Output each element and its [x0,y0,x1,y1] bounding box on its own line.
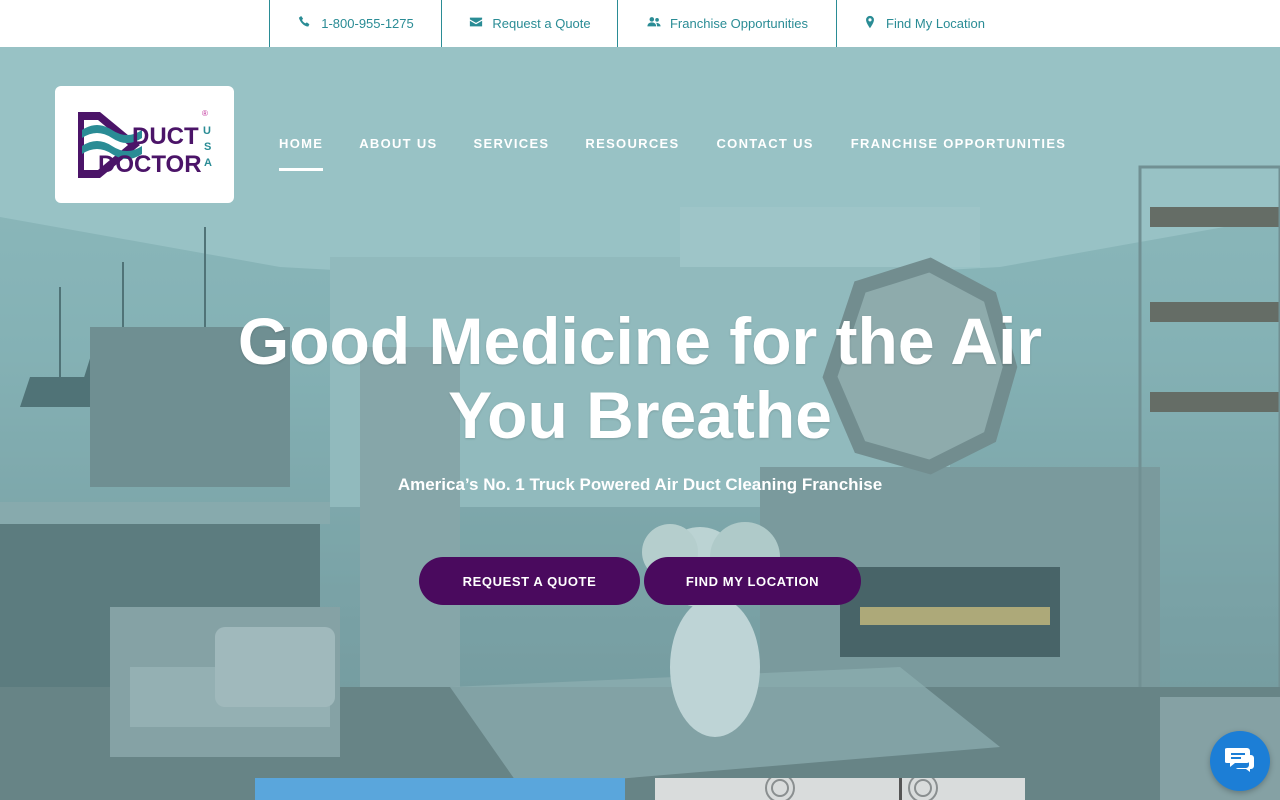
request-quote-link[interactable]: Request a Quote [441,0,618,47]
preview-card-right[interactable] [655,773,1025,800]
logo-word-doctor: DOCTOR [98,151,202,178]
hero-subheadline: America’s No. 1 Truck Powered Air Duct C… [397,475,883,494]
franchise-link[interactable]: Franchise Opportunities [617,0,837,47]
phone-number: 1-800-955-1275 [321,16,414,31]
hero-headline: Good Medicine for the Air You Breathe [140,304,1140,452]
chat-icon [1224,746,1255,777]
nav-about-us[interactable]: ABOUT US [359,136,437,171]
logo-word-duct: DUCT [132,123,199,150]
find-location-label: Find My Location [886,16,985,31]
phone-icon [298,15,312,32]
request-quote-label: Request a Quote [492,16,591,31]
franchise-label: Franchise Opportunities [669,16,808,31]
phone-link[interactable]: 1-800-955-1275 [269,0,442,47]
svg-text:S: S [204,141,211,153]
logo-usa: USA [203,125,212,169]
request-quote-button[interactable]: REQUEST A QUOTE [419,557,640,605]
svg-text:U: U [203,125,211,137]
envelope-icon [469,15,483,32]
logo-registered: ® [202,109,208,118]
site-logo[interactable]: DUCT DOCTOR ® USA [55,86,234,203]
nav-services[interactable]: SERVICES [474,136,550,171]
find-location-link[interactable]: Find My Location [836,0,1011,47]
map-marker-icon [863,15,877,32]
nav-resources[interactable]: RESOURCES [585,136,679,171]
find-my-location-button[interactable]: FIND MY LOCATION [644,557,861,605]
users-icon [647,15,661,32]
hero-headline-line2: You Breathe [448,378,832,452]
vent-image [765,773,938,800]
chat-widget-button[interactable] [1210,731,1270,791]
nav-contact-us[interactable]: CONTACT US [716,136,813,171]
main-navigation: HOME ABOUT US SERVICES RESOURCES CONTACT… [279,136,1066,171]
hero-headline-line1: Good Medicine for the Air [237,304,1043,378]
top-utility-bar: 1-800-955-1275 Request a Quote Franchise… [0,0,1280,47]
nav-franchise-opportunities[interactable]: FRANCHISE OPPORTUNITIES [851,136,1067,171]
duct-doctor-logo: DUCT DOCTOR ® USA [77,109,212,178]
svg-text:A: A [204,157,212,169]
nav-home[interactable]: HOME [279,136,324,171]
preview-card-left[interactable] [255,778,625,800]
